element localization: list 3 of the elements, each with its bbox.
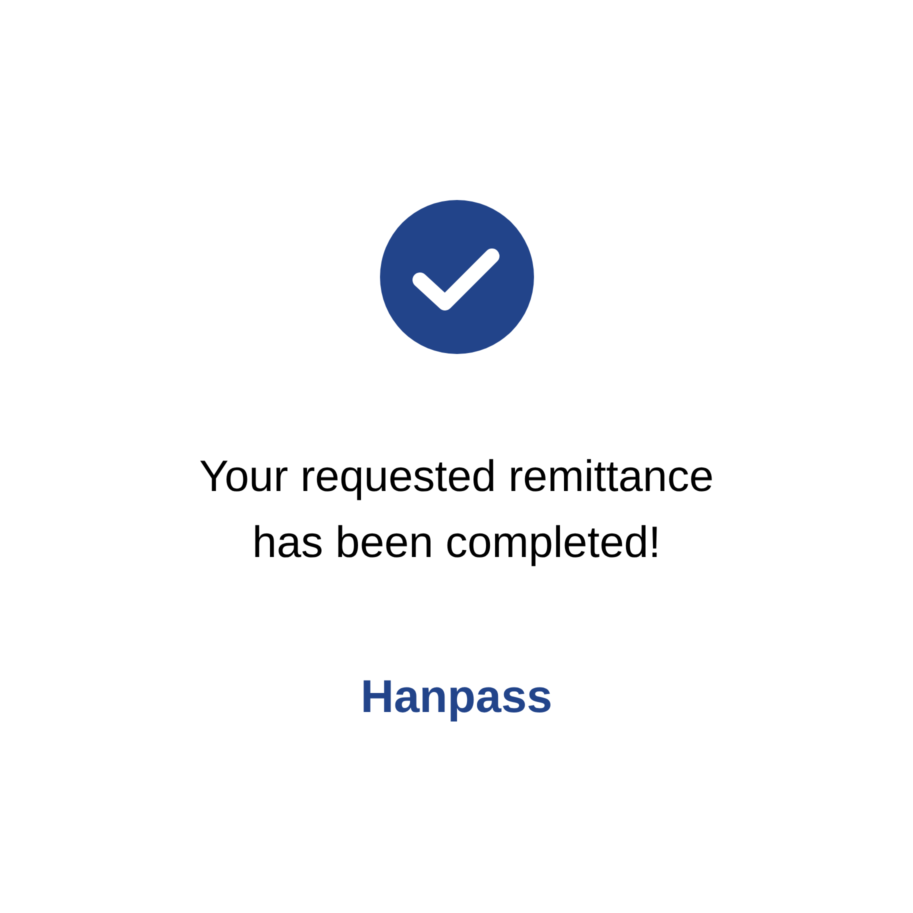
brand-name: Hanpass: [360, 669, 552, 724]
confirmation-message: Your requested remittance has been completed!: [199, 451, 714, 569]
check-icon: [380, 200, 534, 354]
